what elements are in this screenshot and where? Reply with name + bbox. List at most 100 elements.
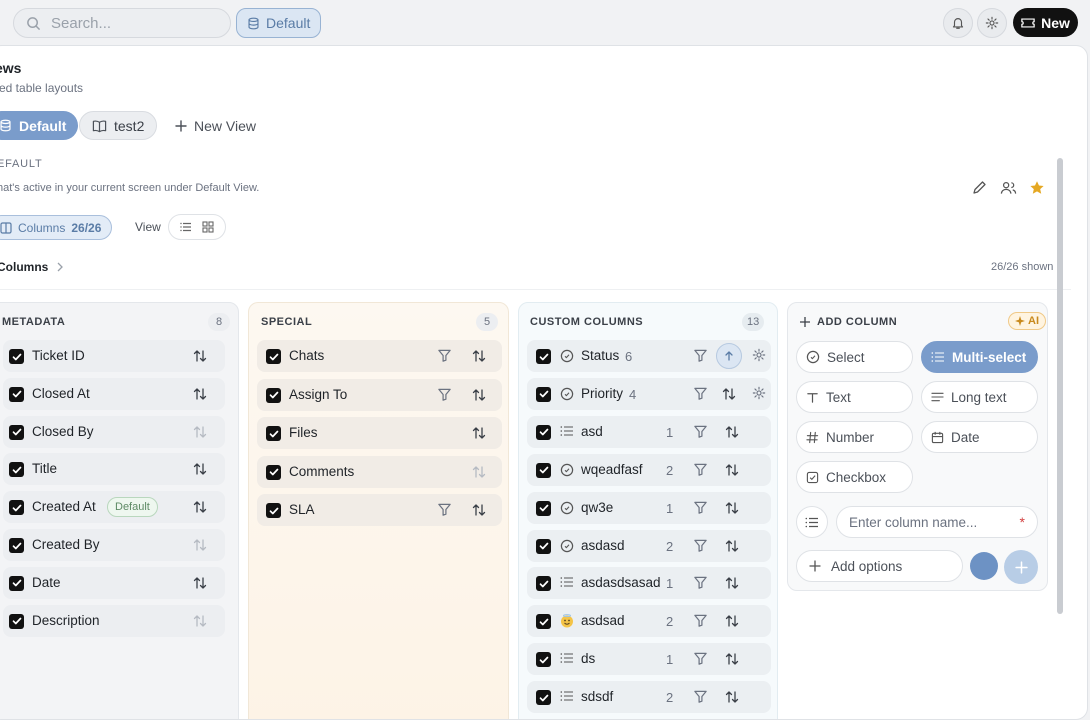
column-row[interactable]: sdsdf 2 [527, 681, 771, 714]
filter-icon[interactable] [693, 651, 709, 667]
filter-icon[interactable] [437, 348, 453, 364]
filter-icon[interactable] [693, 348, 709, 364]
gear-icon[interactable] [752, 348, 768, 364]
new-view-button[interactable]: New View [163, 111, 268, 140]
filter-icon[interactable] [437, 387, 453, 403]
sort-icon[interactable] [724, 538, 740, 554]
sort-icon[interactable] [471, 387, 487, 403]
visibility-checkbox[interactable] [536, 576, 551, 592]
column-row[interactable]: wqeadfasf 2 [527, 453, 771, 486]
sort-icon[interactable] [192, 537, 208, 553]
sort-icon[interactable] [471, 348, 487, 364]
sort-icon[interactable] [192, 461, 208, 477]
columns-count-badge[interactable]: Columns 26/26 [0, 215, 113, 240]
filter-icon[interactable] [693, 424, 709, 440]
column-row[interactable]: Assign To [257, 378, 502, 411]
sort-icon[interactable] [724, 613, 740, 629]
view-tab-test2[interactable]: test2 [79, 111, 158, 140]
visibility-checkbox[interactable] [9, 349, 24, 364]
column-name-field[interactable]: * [836, 506, 1038, 538]
filter-icon[interactable] [693, 613, 709, 629]
sort-icon[interactable] [724, 462, 740, 478]
visibility-checkbox[interactable] [266, 426, 281, 441]
color-picker-swatch[interactable] [970, 552, 998, 580]
column-row[interactable]: asd 1 [527, 415, 771, 448]
column-type-long-text[interactable]: Long text [921, 381, 1038, 413]
notifications-button[interactable] [943, 8, 973, 38]
list-view-button[interactable] [180, 222, 192, 232]
column-type-date[interactable]: Date [921, 421, 1038, 453]
grid-view-button[interactable] [202, 221, 214, 233]
column-row[interactable]: asdsad 2 [527, 605, 771, 638]
filter-icon[interactable] [693, 689, 709, 705]
visibility-checkbox[interactable] [9, 575, 24, 591]
sort-icon[interactable] [192, 348, 208, 364]
view-switcher-button[interactable]: Default [236, 8, 322, 38]
sort-icon[interactable] [724, 689, 740, 705]
visibility-checkbox[interactable] [266, 387, 281, 403]
column-row[interactable]: Status 6 [527, 340, 771, 372]
settings-button[interactable] [977, 8, 1007, 38]
sort-icon[interactable] [724, 500, 740, 516]
column-row[interactable]: Comments [257, 455, 502, 488]
filter-icon[interactable] [693, 500, 709, 516]
visibility-checkbox[interactable] [9, 424, 24, 440]
column-row[interactable]: Closed At [3, 377, 225, 410]
visibility-checkbox[interactable] [266, 503, 281, 518]
search-input[interactable] [51, 14, 211, 32]
sort-icon[interactable] [721, 386, 737, 402]
gear-icon[interactable] [752, 386, 768, 402]
visibility-checkbox[interactable] [9, 538, 24, 553]
visibility-checkbox[interactable] [9, 500, 24, 516]
column-row[interactable]: Closed By [3, 415, 225, 448]
sort-icon[interactable] [471, 464, 487, 480]
ai-button[interactable]: AI [1008, 312, 1046, 330]
column-row[interactable]: Ticket ID [3, 340, 225, 372]
column-row[interactable]: ds 1 [527, 643, 771, 676]
filter-icon[interactable] [693, 575, 709, 591]
visibility-checkbox[interactable] [536, 652, 551, 668]
column-type-number[interactable]: Number [796, 421, 913, 453]
visibility-checkbox[interactable] [536, 424, 551, 440]
visibility-checkbox[interactable] [536, 614, 551, 630]
column-row[interactable]: asdasd 2 [527, 529, 771, 562]
sort-icon[interactable] [471, 425, 487, 441]
visibility-checkbox[interactable] [536, 349, 551, 364]
visibility-checkbox[interactable] [536, 538, 551, 554]
column-type-text[interactable]: Text [796, 381, 913, 413]
column-type-checkbox[interactable]: Checkbox [796, 461, 913, 493]
columns-section-header[interactable]: Columns [0, 260, 64, 274]
options-list-button[interactable] [796, 506, 828, 538]
column-row[interactable]: Created At Default [3, 491, 225, 524]
sort-icon[interactable] [192, 613, 208, 629]
column-row[interactable]: Title [3, 453, 225, 486]
filter-icon[interactable] [437, 502, 453, 518]
add-column-submit-button[interactable] [1004, 550, 1038, 584]
column-row[interactable]: Created By [3, 529, 225, 561]
sort-icon[interactable] [724, 575, 740, 591]
visibility-checkbox[interactable] [536, 462, 551, 478]
column-row[interactable]: Priority 4 [527, 377, 771, 410]
vertical-scrollbar[interactable] [1057, 158, 1063, 614]
column-row[interactable]: qw3e 1 [527, 491, 771, 524]
sort-icon[interactable] [192, 499, 208, 515]
column-type-multi-select[interactable]: Multi-select [921, 341, 1038, 373]
share-users-button[interactable] [1000, 180, 1018, 198]
filter-icon[interactable] [693, 386, 709, 402]
visibility-checkbox[interactable] [266, 349, 281, 364]
visibility-checkbox[interactable] [9, 462, 24, 478]
visibility-checkbox[interactable] [266, 464, 281, 480]
sort-ascending-button[interactable] [716, 343, 742, 369]
sort-icon[interactable] [724, 651, 740, 667]
add-options-button[interactable]: Add options [796, 550, 963, 582]
column-row[interactable]: SLA [257, 494, 502, 526]
visibility-checkbox[interactable] [536, 690, 551, 706]
column-row[interactable]: Description [3, 604, 225, 637]
view-tab-default[interactable]: Default [0, 111, 79, 140]
new-button[interactable]: New [1013, 8, 1078, 37]
visibility-checkbox[interactable] [9, 613, 24, 629]
column-name-input[interactable] [849, 514, 1014, 530]
filter-icon[interactable] [693, 538, 709, 554]
favorite-star-button[interactable] [1029, 180, 1047, 198]
visibility-checkbox[interactable] [536, 386, 551, 402]
